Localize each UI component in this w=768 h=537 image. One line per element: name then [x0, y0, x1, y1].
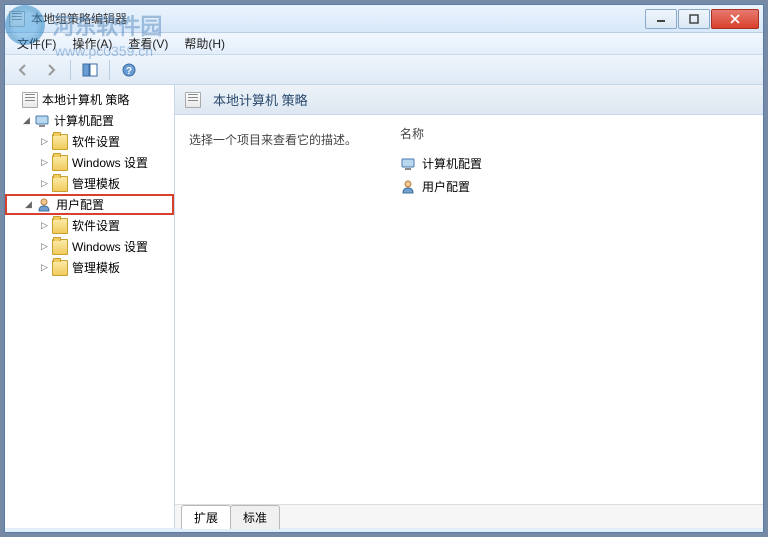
list-computer-label: 计算机配置 — [422, 155, 482, 172]
close-icon — [729, 14, 741, 24]
user-icon — [36, 197, 52, 213]
toolbar: ? — [5, 55, 763, 85]
expand-icon[interactable]: ▷ — [39, 262, 50, 273]
expand-icon[interactable]: ▷ — [39, 157, 50, 168]
tree-icon — [82, 62, 98, 78]
tree-root-label: 本地计算机 策略 — [42, 91, 129, 108]
help-icon: ? — [121, 62, 137, 78]
tree-admin-label: 管理模板 — [72, 259, 120, 276]
list-user-label: 用户配置 — [422, 178, 470, 195]
policy-icon — [185, 92, 201, 108]
expand-icon[interactable]: ▷ — [39, 220, 50, 231]
tree-comp-admin[interactable]: ▷ 管理模板 — [5, 173, 174, 194]
arrow-right-icon — [43, 62, 59, 78]
window-title: 本地组策略编辑器 — [31, 10, 645, 27]
menu-help[interactable]: 帮助(H) — [176, 33, 233, 54]
detail-panel: 本地计算机 策略 选择一个项目来查看它的描述。 名称 计算机配置 — [175, 85, 763, 528]
tree-comp-software[interactable]: ▷ 软件设置 — [5, 131, 174, 152]
minimize-button[interactable] — [645, 9, 677, 29]
tree-software-label: 软件设置 — [72, 217, 120, 234]
tab-extended[interactable]: 扩展 — [181, 505, 231, 529]
menu-view[interactable]: 查看(V) — [120, 33, 176, 54]
collapse-icon[interactable]: ◢ — [23, 199, 34, 210]
arrow-left-icon — [15, 62, 31, 78]
tree-windows-label: Windows 设置 — [72, 238, 148, 255]
tab-standard[interactable]: 标准 — [230, 505, 280, 529]
tree-admin-label: 管理模板 — [72, 175, 120, 192]
expand-icon[interactable]: ▷ — [39, 241, 50, 252]
list-item-computer[interactable]: 计算机配置 — [400, 152, 755, 175]
toolbar-separator — [70, 60, 71, 80]
maximize-button[interactable] — [678, 9, 710, 29]
folder-icon — [52, 260, 68, 276]
tree-root[interactable]: 本地计算机 策略 — [5, 89, 174, 110]
tree-computer-config[interactable]: ◢ 计算机配置 — [5, 110, 174, 131]
show-hide-tree-button[interactable] — [78, 58, 102, 82]
toolbar-separator — [109, 60, 110, 80]
maximize-icon — [689, 14, 699, 24]
blank-toggle — [9, 94, 20, 105]
detail-header: 本地计算机 策略 — [175, 85, 763, 115]
tree-software-label: 软件设置 — [72, 133, 120, 150]
content-area: 本地计算机 策略 ◢ 计算机配置 ▷ 软件设置 ▷ Windows 设置 — [5, 85, 763, 528]
svg-text:?: ? — [126, 66, 132, 77]
help-button[interactable]: ? — [117, 58, 141, 82]
statusbar — [5, 528, 763, 532]
titlebar[interactable]: 本地组策略编辑器 — [5, 5, 763, 33]
user-icon — [400, 179, 416, 195]
menu-file[interactable]: 文件(F) — [9, 33, 64, 54]
folder-icon — [52, 239, 68, 255]
tree-user-windows[interactable]: ▷ Windows 设置 — [5, 236, 174, 257]
expand-icon[interactable]: ▷ — [39, 178, 50, 189]
tree-user-label: 用户配置 — [56, 196, 104, 213]
detail-description-pane: 选择一个项目来查看它的描述。 — [189, 125, 399, 504]
detail-header-title: 本地计算机 策略 — [213, 90, 308, 109]
forward-button[interactable] — [39, 58, 63, 82]
close-button[interactable] — [711, 9, 759, 29]
tree-comp-windows[interactable]: ▷ Windows 设置 — [5, 152, 174, 173]
collapse-icon[interactable]: ◢ — [21, 115, 32, 126]
main-window: 本地组策略编辑器 文件(F) 操作(A) 查看(V) 帮助(H) — [4, 4, 764, 533]
expand-icon[interactable]: ▷ — [39, 136, 50, 147]
tree-windows-label: Windows 设置 — [72, 154, 148, 171]
detail-description: 选择一个项目来查看它的描述。 — [189, 125, 399, 148]
detail-tabs: 扩展 标准 — [175, 504, 763, 528]
app-icon — [9, 11, 25, 27]
tree-panel[interactable]: 本地计算机 策略 ◢ 计算机配置 ▷ 软件设置 ▷ Windows 设置 — [5, 85, 175, 528]
list-item-user[interactable]: 用户配置 — [400, 175, 755, 198]
folder-icon — [52, 134, 68, 150]
computer-icon — [34, 113, 50, 129]
tree-user-admin[interactable]: ▷ 管理模板 — [5, 257, 174, 278]
back-button[interactable] — [11, 58, 35, 82]
detail-list-pane: 名称 计算机配置 用户配置 — [399, 125, 755, 504]
computer-icon — [400, 156, 416, 172]
folder-icon — [52, 176, 68, 192]
folder-icon — [52, 155, 68, 171]
tree-user-config[interactable]: ◢ 用户配置 — [5, 194, 174, 215]
detail-body: 选择一个项目来查看它的描述。 名称 计算机配置 用户配置 — [175, 115, 763, 504]
minimize-icon — [656, 14, 666, 24]
tree-computer-label: 计算机配置 — [54, 112, 114, 129]
column-header-name[interactable]: 名称 — [400, 125, 755, 152]
policy-icon — [22, 92, 38, 108]
menubar: 文件(F) 操作(A) 查看(V) 帮助(H) — [5, 33, 763, 55]
menu-action[interactable]: 操作(A) — [64, 33, 120, 54]
tree-user-software[interactable]: ▷ 软件设置 — [5, 215, 174, 236]
folder-icon — [52, 218, 68, 234]
